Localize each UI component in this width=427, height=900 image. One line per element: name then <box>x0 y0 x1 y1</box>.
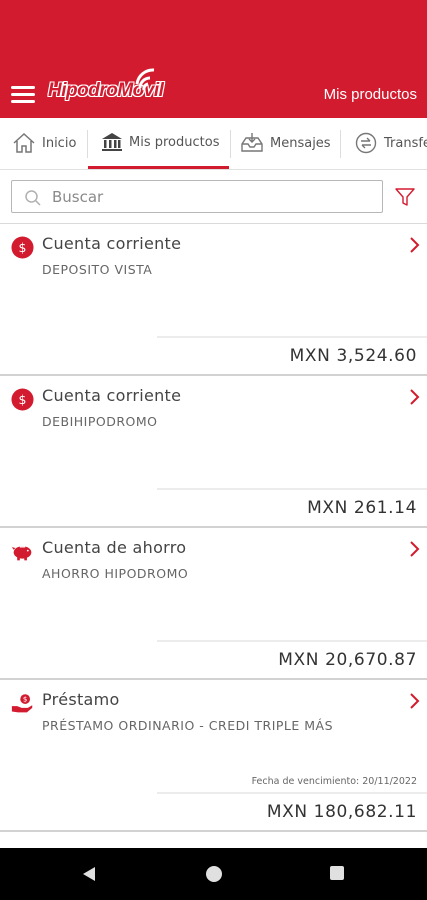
dollar-coin-icon: $ <box>11 388 34 411</box>
tab-mensajes[interactable]: Mensajes <box>240 118 331 168</box>
chevron-right-icon <box>410 389 420 405</box>
chevron-right-icon <box>410 541 420 557</box>
tab-mis-productos[interactable]: Mis productos <box>88 118 229 169</box>
app-header: HipodroMovil Mis productos <box>0 0 427 118</box>
svg-text:$: $ <box>23 695 28 704</box>
svg-text:$: $ <box>19 392 27 407</box>
hamburger-menu-icon[interactable] <box>11 86 35 104</box>
svg-text:$: $ <box>19 240 27 255</box>
product-amount: MXN 3,524.60 <box>289 346 417 366</box>
loan-hand-icon: $ <box>11 694 33 713</box>
wifi-signal-icon <box>135 68 155 91</box>
tab-inicio-label: Inicio <box>42 135 77 151</box>
system-navigation-bar <box>0 848 427 900</box>
recents-square-icon[interactable] <box>329 865 345 881</box>
logo-text-part1: Hipodro <box>48 80 118 101</box>
product-subtitle: DEPOSITO VISTA <box>42 262 153 277</box>
search-icon <box>25 190 41 206</box>
tab-transferencias[interactable]: Transfe <box>354 118 427 168</box>
search-field[interactable] <box>11 180 383 213</box>
product-amount: MXN 20,670.87 <box>278 650 417 670</box>
product-title: Cuenta corriente <box>42 234 182 253</box>
chevron-right-icon <box>410 237 420 253</box>
piggy-bank-icon <box>11 546 32 561</box>
product-amount: MXN 261.14 <box>307 498 417 518</box>
product-card[interactable]: $ Cuenta corriente DEBIHIPODROMO MXN 261… <box>0 376 427 528</box>
tab-bar: Inicio Mis productos Mensajes Transfe <box>0 118 427 170</box>
bank-icon <box>102 133 122 151</box>
tab-transferencias-label: Transfe <box>384 135 427 151</box>
product-card[interactable]: $ Cuenta corriente DEPOSITO VISTA MXN 3,… <box>0 224 427 376</box>
product-subtitle: DEBIHIPODROMO <box>42 414 158 429</box>
product-subtitle: AHORRO HIPODROMO <box>42 566 189 581</box>
page-title: Mis productos <box>323 86 417 103</box>
product-subtitle: PRÉSTAMO ORDINARIO - CREDI TRIPLE MÁS <box>42 718 334 733</box>
product-title: Cuenta de ahorro <box>42 538 187 557</box>
dollar-coin-icon: $ <box>11 236 34 259</box>
tab-mis-productos-label: Mis productos <box>129 134 220 150</box>
search-input[interactable] <box>52 185 372 209</box>
product-card[interactable]: Cuenta de ahorro AHORRO HIPODROMO MXN 20… <box>0 528 427 680</box>
hipodromovil-logo: HipodroMovil <box>46 66 166 106</box>
product-card[interactable]: $ Préstamo PRÉSTAMO ORDINARIO - CREDI TR… <box>0 680 427 832</box>
home-circle-icon[interactable] <box>205 865 223 883</box>
inbox-icon <box>241 133 263 152</box>
due-date-note: Fecha de vencimiento: 20/11/2022 <box>251 776 417 787</box>
chevron-right-icon <box>410 693 420 709</box>
product-title: Préstamo <box>42 690 120 709</box>
tab-mensajes-label: Mensajes <box>270 135 331 151</box>
tab-inicio[interactable]: Inicio <box>12 118 76 168</box>
back-icon[interactable] <box>80 865 98 883</box>
product-amount: MXN 180,682.11 <box>266 802 417 822</box>
product-title: Cuenta corriente <box>42 386 182 405</box>
transfer-icon <box>355 132 377 154</box>
filter-icon[interactable] <box>394 186 416 208</box>
home-icon <box>13 132 35 153</box>
